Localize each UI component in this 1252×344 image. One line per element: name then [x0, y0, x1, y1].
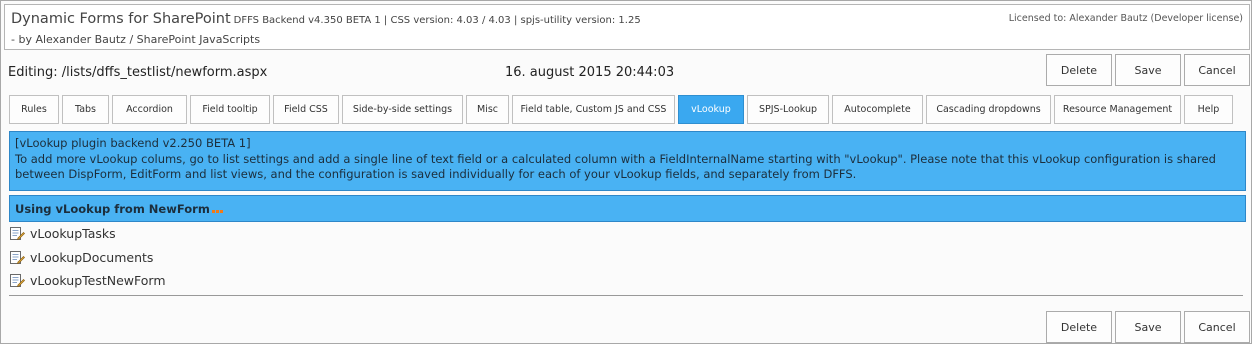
- field-item-vlookuptestnewform[interactable]: vLookupTestNewForm: [9, 271, 166, 289]
- editing-path: Editing: /lists/dffs_testlist/newform.as…: [8, 65, 268, 80]
- section-title: Using vLookup from NewForm: [15, 202, 210, 216]
- tab-field-table-custom-js-css[interactable]: Field table, Custom JS and CSS: [512, 95, 675, 124]
- app-header: Dynamic Forms for SharePoint DFFS Backend…: [4, 4, 1250, 50]
- delete-button-top[interactable]: Delete: [1046, 54, 1112, 86]
- license-info: Licensed to: Alexander Bautz (Developer …: [1008, 13, 1243, 24]
- edit-icon: [10, 274, 25, 288]
- version-info: DFFS Backend v4.350 BETA 1 | CSS version…: [233, 15, 641, 26]
- plugin-version: [vLookup plugin backend v2.250 BETA 1]: [15, 136, 251, 150]
- edit-icon: [10, 251, 25, 265]
- tab-misc[interactable]: Misc: [466, 95, 509, 124]
- tab-autocomplete[interactable]: Autocomplete: [832, 95, 923, 124]
- plugin-info-box: [vLookup plugin backend v2.250 BETA 1] T…: [9, 131, 1246, 191]
- tab-help[interactable]: Help: [1184, 95, 1233, 124]
- field-item-vlookuptasks[interactable]: vLookupTasks: [9, 224, 116, 242]
- field-label: vLookupTasks: [30, 225, 116, 241]
- tab-field-tooltip[interactable]: Field tooltip: [190, 95, 270, 124]
- app-title: Dynamic Forms for SharePoint DFFS Backend…: [11, 11, 641, 27]
- tab-field-css[interactable]: Field CSS: [273, 95, 339, 124]
- dffs-backend-window: Dynamic Forms for SharePoint DFFS Backend…: [0, 0, 1252, 344]
- tab-side-by-side-settings[interactable]: Side-by-side settings: [342, 95, 463, 124]
- field-item-vlookupdocuments[interactable]: vLookupDocuments: [9, 248, 153, 266]
- tab-tabs[interactable]: Tabs: [62, 95, 109, 124]
- tab-bar: Rules Tabs Accordion Field tooltip Field…: [4, 93, 1250, 127]
- tab-resource-management[interactable]: Resource Management: [1054, 95, 1181, 124]
- save-button-bottom[interactable]: Save: [1115, 311, 1181, 343]
- cancel-button-bottom[interactable]: Cancel: [1184, 311, 1250, 343]
- tab-accordion[interactable]: Accordion: [112, 95, 187, 124]
- plugin-description-line-1: To add more vLookup colums, go to list s…: [15, 151, 1216, 166]
- timestamp: 16. august 2015 20:44:03: [505, 65, 675, 80]
- app-title-text: Dynamic Forms for SharePoint: [11, 11, 231, 27]
- field-label: vLookupDocuments: [30, 249, 154, 265]
- section-header[interactable]: Using vLookup from NewForm: [9, 195, 1246, 222]
- tab-rules[interactable]: Rules: [9, 95, 59, 124]
- tab-cascading-dropdowns[interactable]: Cascading dropdowns: [926, 95, 1051, 124]
- dots-icon: [211, 202, 224, 216]
- edit-icon: [10, 227, 25, 241]
- tab-vlookup[interactable]: vLookup: [678, 95, 744, 124]
- app-byline: - by Alexander Bautz / SharePoint JavaSc…: [11, 33, 261, 46]
- delete-button-bottom[interactable]: Delete: [1046, 311, 1112, 343]
- save-button-top[interactable]: Save: [1115, 54, 1181, 86]
- plugin-description-line-2: between DispForm, EditForm and list view…: [15, 167, 857, 181]
- field-label: vLookupTestNewForm: [30, 272, 166, 288]
- divider: [9, 295, 1243, 296]
- cancel-button-top[interactable]: Cancel: [1184, 54, 1250, 86]
- tab-spjs-lookup[interactable]: SPJS-Lookup: [747, 95, 829, 124]
